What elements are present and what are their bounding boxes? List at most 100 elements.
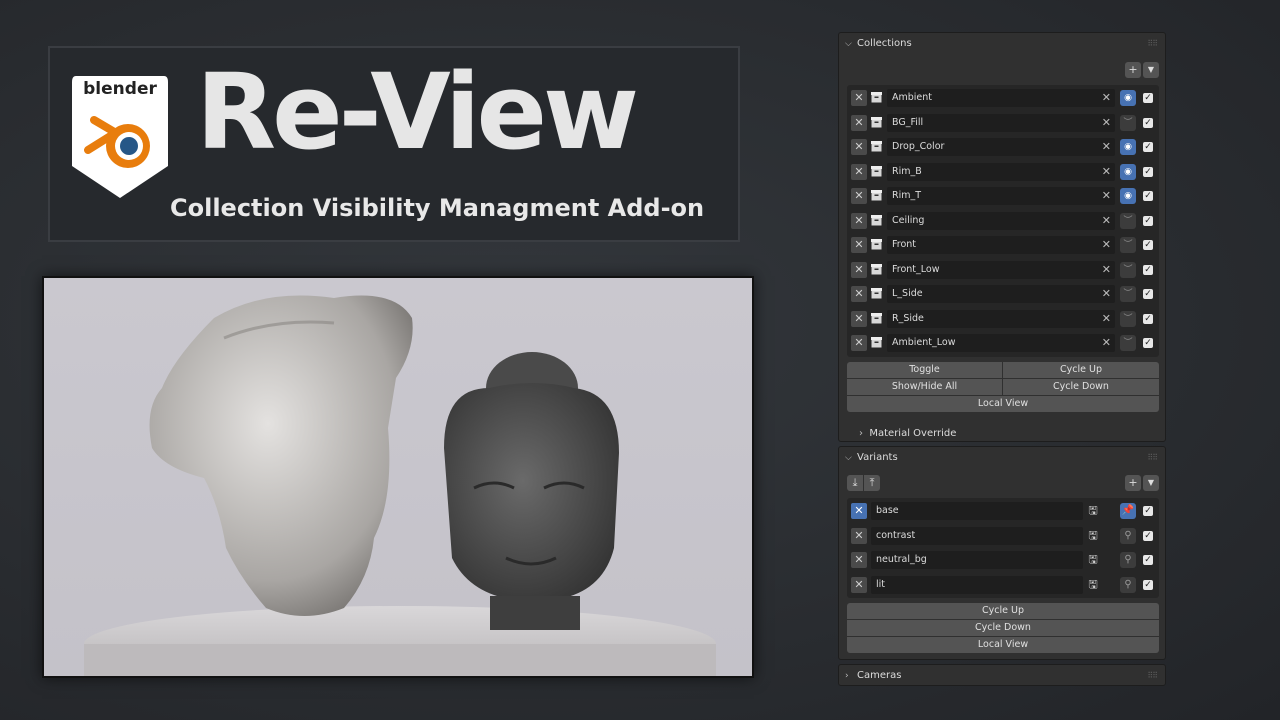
list-item[interactable]: ✕ Ceiling ✕ ︶ ✓	[847, 210, 1159, 232]
variant-menu-button[interactable]: ▼	[1143, 475, 1159, 491]
list-item[interactable]: ✕ BG_Fill ✕ ︶ ✓	[847, 112, 1159, 134]
collection-name-field[interactable]: Drop_Color ✕	[887, 138, 1115, 156]
collection-name-field[interactable]: L_Side ✕	[887, 285, 1115, 303]
checkbox[interactable]: ✓	[1143, 215, 1153, 226]
remove-icon[interactable]: ✕	[851, 310, 867, 327]
variant-cycle-down-button[interactable]: Cycle Down	[847, 620, 1159, 636]
collection-name-field[interactable]: Ambient ✕	[887, 89, 1115, 107]
remove-icon[interactable]: ✕	[851, 261, 867, 278]
pin-icon[interactable]: ⚲	[1120, 576, 1136, 593]
variants-panel-header[interactable]: ⌵ Variants ⠿⠿	[839, 447, 1165, 469]
eye-closed-icon[interactable]: ︶	[1120, 261, 1136, 278]
checkbox[interactable]: ✓	[1143, 166, 1153, 177]
collection-name-field[interactable]: Rim_T ✕	[887, 187, 1115, 205]
eye-closed-icon[interactable]: ︶	[1120, 212, 1136, 229]
collection-menu-button[interactable]: ▼	[1143, 62, 1159, 78]
list-item[interactable]: ✕ Ambient ✕ ◉ ✓	[847, 87, 1159, 109]
eye-closed-icon[interactable]: ︶	[1120, 335, 1136, 351]
variant-name-field[interactable]: contrast	[871, 526, 1083, 545]
cycle-down-button[interactable]: Cycle Down	[1003, 379, 1159, 395]
variant-name-field[interactable]: neutral_bg	[871, 551, 1083, 569]
toggle-button[interactable]: Toggle	[847, 362, 1002, 378]
list-item[interactable]: ✕ Rim_T ✕ ◉ ✓	[847, 185, 1159, 207]
remove-icon[interactable]: ✕	[851, 163, 867, 180]
pin-icon[interactable]: 📌	[1120, 503, 1136, 519]
checkbox[interactable]: ✓	[1143, 289, 1153, 299]
eye-closed-icon[interactable]: ︶	[1120, 286, 1136, 302]
checkbox[interactable]: ✓	[1143, 313, 1153, 324]
checkbox[interactable]: ✓	[1143, 93, 1153, 103]
eye-icon[interactable]: ◉	[1120, 90, 1136, 106]
remove-icon[interactable]: ✕	[851, 503, 867, 519]
eye-closed-icon[interactable]: ︶	[1120, 114, 1136, 131]
cameras-panel-header[interactable]: › Cameras ⠿⠿	[839, 665, 1165, 687]
list-item[interactable]: ✕ base 🖫 📌 ✓	[847, 500, 1159, 522]
remove-icon[interactable]: ✕	[851, 237, 867, 253]
checkbox[interactable]: ✓	[1143, 142, 1153, 152]
list-item[interactable]: ✕ Ambient_Low ✕ ︶ ✓	[847, 332, 1159, 354]
import-icon[interactable]: ⤓	[847, 475, 863, 491]
list-item[interactable]: ✕ contrast 🖫 ⚲ ✓	[847, 525, 1159, 547]
variant-cycle-up-button[interactable]: Cycle Up	[847, 603, 1159, 619]
save-icon[interactable]: 🖫	[1085, 528, 1101, 544]
checkbox[interactable]: ✓	[1143, 555, 1153, 565]
checkbox[interactable]: ✓	[1143, 506, 1153, 516]
variant-local-view-button[interactable]: Local View	[847, 637, 1159, 653]
show-hide-all-button[interactable]: Show/Hide All	[847, 379, 1002, 395]
checkbox[interactable]: ✓	[1143, 191, 1153, 201]
variant-name-field[interactable]: lit	[871, 575, 1083, 594]
variant-name-field[interactable]: base	[871, 502, 1083, 520]
add-collection-button[interactable]: +	[1125, 62, 1141, 78]
remove-icon[interactable]: ✕	[851, 286, 867, 302]
remove-icon[interactable]: ✕	[851, 335, 867, 351]
cycle-up-button[interactable]: Cycle Up	[1003, 362, 1159, 378]
collection-name-field[interactable]: Rim_B ✕	[887, 162, 1115, 181]
checkbox[interactable]: ✓	[1143, 338, 1153, 348]
eye-icon[interactable]: ◉	[1120, 188, 1136, 204]
remove-icon[interactable]: ✕	[851, 527, 867, 544]
list-item[interactable]: ✕ Front ✕ ︶ ✓	[847, 234, 1159, 256]
list-item[interactable]: ✕ R_Side ✕ ︶ ✓	[847, 308, 1159, 330]
list-item[interactable]: ✕ neutral_bg 🖫 ⚲ ✓	[847, 549, 1159, 571]
remove-icon[interactable]: ✕	[851, 114, 867, 131]
list-item[interactable]: ✕ lit 🖫 ⚲ ✓	[847, 574, 1159, 596]
add-variant-button[interactable]: +	[1125, 475, 1141, 491]
collection-name-field[interactable]: Ambient_Low ✕	[887, 334, 1115, 352]
collection-name-field[interactable]: Front ✕	[887, 236, 1115, 254]
save-icon[interactable]: 🖫	[1085, 503, 1101, 519]
checkbox[interactable]: ✓	[1143, 264, 1153, 275]
list-item[interactable]: ✕ Front_Low ✕ ︶ ✓	[847, 259, 1159, 281]
checkbox[interactable]: ✓	[1143, 240, 1153, 250]
collection-name-field[interactable]: BG_Fill ✕	[887, 113, 1115, 132]
local-view-button[interactable]: Local View	[847, 396, 1159, 412]
drag-grip-icon[interactable]: ⠿⠿	[1147, 665, 1158, 687]
eye-icon[interactable]: ◉	[1120, 139, 1136, 155]
collection-name-field[interactable]: R_Side ✕	[887, 309, 1115, 328]
remove-icon[interactable]: ✕	[851, 212, 867, 229]
pin-icon[interactable]: ⚲	[1120, 552, 1136, 568]
drag-grip-icon[interactable]: ⠿⠿	[1147, 447, 1158, 469]
remove-icon[interactable]: ✕	[851, 139, 867, 155]
list-item[interactable]: ✕ L_Side ✕ ︶ ✓	[847, 283, 1159, 305]
checkbox[interactable]: ✓	[1143, 117, 1153, 128]
checkbox[interactable]: ✓	[1143, 530, 1153, 541]
remove-icon[interactable]: ✕	[851, 188, 867, 204]
remove-icon[interactable]: ✕	[851, 576, 867, 593]
save-icon[interactable]: 🖫	[1085, 552, 1101, 568]
remove-icon[interactable]: ✕	[851, 552, 867, 568]
collection-name-field[interactable]: Front_Low ✕	[887, 260, 1115, 279]
material-override-subpanel[interactable]: › Material Override	[859, 428, 956, 439]
list-item[interactable]: ✕ Rim_B ✕ ◉ ✓	[847, 161, 1159, 183]
collection-name-field[interactable]: Ceiling ✕	[887, 211, 1115, 230]
collections-panel-header[interactable]: ⌵ Collections ⠿⠿	[839, 33, 1165, 55]
eye-icon[interactable]: ◉	[1120, 163, 1136, 180]
save-icon[interactable]: 🖫	[1085, 577, 1101, 593]
export-icon[interactable]: ⤒	[864, 475, 880, 491]
checkbox[interactable]: ✓	[1143, 579, 1153, 590]
eye-closed-icon[interactable]: ︶	[1120, 310, 1136, 327]
list-item[interactable]: ✕ Drop_Color ✕ ◉ ✓	[847, 136, 1159, 158]
eye-closed-icon[interactable]: ︶	[1120, 237, 1136, 253]
drag-grip-icon[interactable]: ⠿⠿	[1147, 33, 1158, 55]
remove-icon[interactable]: ✕	[851, 90, 867, 106]
pin-icon[interactable]: ⚲	[1120, 527, 1136, 544]
